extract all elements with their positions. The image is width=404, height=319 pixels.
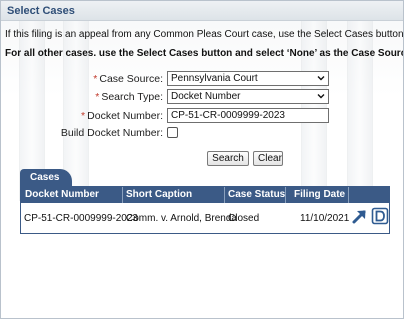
intro-text-appeal: If this filing is an appeal from any Com… [5, 29, 404, 40]
column-divider [348, 187, 349, 203]
column-header-docket-number[interactable]: Docket Number [25, 189, 99, 200]
required-marker: * [93, 73, 98, 85]
search-type-value: Docket Number [171, 91, 241, 102]
column-divider [122, 187, 123, 203]
build-docket-checkbox[interactable] [167, 127, 178, 138]
d-letter-icon[interactable] [371, 207, 389, 225]
case-source-select[interactable]: Pennsylvania Court [167, 71, 329, 86]
clear-button[interactable]: Clear [253, 151, 283, 166]
docket-number-label-row: * Docket Number: [1, 108, 163, 124]
arrow-up-right-icon[interactable] [351, 207, 369, 225]
cases-table: Docket Number Short Caption Case Status … [20, 186, 390, 234]
chevron-down-icon [317, 76, 325, 81]
panel-title: Select Cases [7, 5, 75, 17]
search-type-label-row: * Search Type: [1, 89, 163, 105]
cell-filing-date: 11/10/2021 [300, 213, 350, 224]
required-marker: * [95, 91, 100, 103]
column-header-case-status[interactable]: Case Status [228, 189, 285, 200]
panel-header: Select Cases [1, 1, 403, 21]
docket-number-label-text: Docket Number: [87, 110, 163, 122]
search-type-label: * Search Type: [95, 91, 163, 103]
chevron-down-icon [317, 94, 325, 99]
case-source-value: Pennsylvania Court [171, 73, 258, 84]
case-source-label-row: * Case Source: [1, 71, 163, 87]
case-source-label: * Case Source: [93, 73, 163, 85]
column-header-short-caption[interactable]: Short Caption [126, 189, 192, 200]
column-header-filing-date[interactable]: Filing Date [294, 189, 345, 200]
docket-number-input[interactable]: CP-51-CR-0009999-2023 [167, 108, 329, 123]
build-docket-label-row: Build Docket Number: [1, 125, 163, 141]
required-marker: * [81, 110, 86, 122]
column-divider [285, 187, 286, 203]
cell-short-caption: Comm. v. Arnold, Brenda [126, 213, 237, 224]
select-cases-panel: Select Cases If this filing is an appeal… [0, 0, 404, 319]
search-type-label-text: Search Type: [101, 91, 163, 103]
cell-docket-number: CP-51-CR-0009999-2023 [24, 213, 138, 224]
cases-table-header: Docket Number Short Caption Case Status … [21, 187, 389, 203]
cases-tab[interactable]: Cases [20, 169, 72, 187]
build-docket-label: Build Docket Number: [60, 127, 163, 139]
column-divider [224, 187, 225, 203]
cell-case-status: Closed [228, 213, 260, 224]
search-button[interactable]: Search [207, 151, 249, 166]
case-source-label-text: Case Source: [99, 73, 163, 85]
search-type-select[interactable]: Docket Number [167, 89, 329, 104]
docket-number-label: * Docket Number: [81, 110, 163, 122]
intro-text-other: For all other cases. use the Select Case… [5, 48, 404, 59]
